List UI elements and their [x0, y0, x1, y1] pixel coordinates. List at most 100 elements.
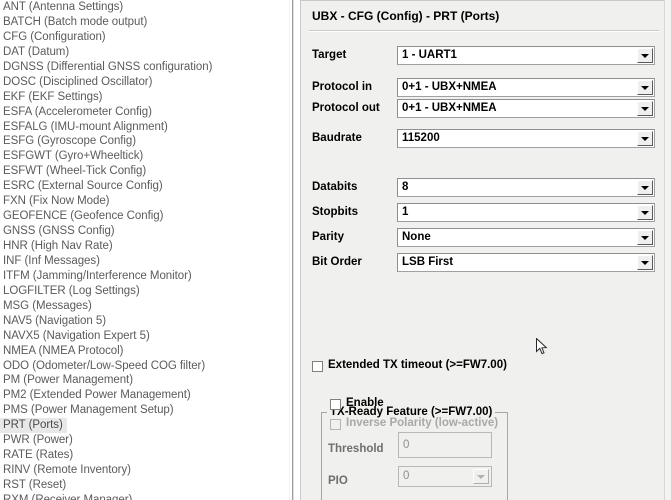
sidebar-item-geofence[interactable]: GEOFENCE (Geofence Config): [0, 209, 289, 224]
list-item[interactable]: PM2 (Extended Power Management): [0, 388, 289, 403]
list-item[interactable]: NAV5 (Navigation 5): [0, 314, 289, 329]
list-item[interactable]: PMS (Power Management Setup): [0, 403, 289, 418]
sidebar-item-esfgwt[interactable]: ESFGWT (Gyro+Wheeltick): [0, 149, 289, 164]
sidebar-item-inf[interactable]: INF (Inf Messages): [0, 254, 289, 269]
form-row: Target 1 - UART1: [301, 46, 665, 66]
sidebar-item-ekf[interactable]: EKF (EKF Settings): [0, 90, 289, 105]
list-item[interactable]: CFG (Configuration): [0, 30, 289, 45]
target-combo[interactable]: 1 - UART1: [397, 46, 655, 65]
sidebar-item-gnss[interactable]: GNSS (GNSS Config): [0, 224, 289, 239]
sidebar-item-pm2[interactable]: PM2 (Extended Power Management): [0, 388, 289, 403]
sidebar-item-odo[interactable]: ODO (Odometer/Low-Speed COG filter): [0, 359, 289, 374]
sidebar-item-dosc[interactable]: DOSC (Disciplined Oscillator): [0, 75, 289, 90]
list-item[interactable]: EKF (EKF Settings): [0, 90, 289, 105]
chevron-down-icon[interactable]: [637, 180, 653, 195]
list-item[interactable]: INF (Inf Messages): [0, 254, 289, 269]
list-item[interactable]: MSG (Messages): [0, 299, 289, 314]
sidebar-item-pms[interactable]: PMS (Power Management Setup): [0, 403, 289, 418]
list-item[interactable]: ITFM (Jamming/Interference Monitor): [0, 269, 289, 284]
list-item[interactable]: RST (Reset): [0, 478, 289, 493]
stopbits-combo[interactable]: 1: [397, 203, 655, 222]
sidebar-item-rst[interactable]: RST (Reset): [0, 478, 289, 493]
bit-order-value: LSB First: [402, 256, 454, 268]
tx-ready-enable-label[interactable]: Enable: [346, 397, 384, 409]
chevron-down-icon[interactable]: [637, 101, 653, 116]
sidebar-item-rate[interactable]: RATE (Rates): [0, 448, 289, 463]
prt-config-panel: UBX - CFG (Config) - PRT (Ports) Target 1…: [300, 0, 671, 500]
sidebar-item-esfwt[interactable]: ESFWT (Wheel-Tick Config): [0, 164, 289, 179]
sidebar-item-batch[interactable]: BATCH (Batch mode output): [0, 15, 289, 30]
sidebar-item-navx5[interactable]: NAVX5 (Navigation Expert 5): [0, 329, 289, 344]
config-message-list[interactable]: ANT (Antenna Settings) BATCH (Batch mode …: [0, 0, 289, 500]
list-item[interactable]: GNSS (GNSS Config): [0, 224, 289, 239]
baudrate-combo[interactable]: 115200: [397, 129, 655, 148]
chevron-down-icon[interactable]: [637, 230, 653, 245]
chevron-down-icon[interactable]: [637, 48, 653, 63]
sidebar-item-dgnss[interactable]: DGNSS (Differential GNSS configuration): [0, 60, 289, 75]
list-item[interactable]: PRT (Ports): [0, 418, 289, 434]
baudrate-value: 115200: [402, 132, 440, 144]
list-item[interactable]: PWR (Power): [0, 433, 289, 448]
list-item[interactable]: DGNSS (Differential GNSS configuration): [0, 60, 289, 75]
list-item[interactable]: ESFGWT (Gyro+Wheeltick): [0, 149, 289, 164]
databits-combo[interactable]: 8: [397, 178, 655, 197]
list-item[interactable]: DOSC (Disciplined Oscillator): [0, 75, 289, 90]
form-row: Databits 8: [301, 178, 665, 198]
sidebar-item-esfalg[interactable]: ESFALG (IMU-mount Alignment): [0, 120, 289, 135]
sidebar-item-prt[interactable]: PRT (Ports): [0, 418, 67, 434]
sidebar-item-esrc[interactable]: ESRC (External Source Config): [0, 179, 289, 194]
list-item[interactable]: ANT (Antenna Settings): [0, 0, 289, 15]
sidebar-item-esfa[interactable]: ESFA (Accelerometer Config): [0, 105, 289, 120]
sidebar-item-nav5[interactable]: NAV5 (Navigation 5): [0, 314, 289, 329]
sidebar-item-hnr[interactable]: HNR (High Nav Rate): [0, 239, 289, 254]
sidebar-item-ant[interactable]: ANT (Antenna Settings): [0, 0, 289, 15]
list-item[interactable]: ODO (Odometer/Low-Speed COG filter): [0, 359, 289, 374]
sidebar-item-esfg[interactable]: ESFG (Gyroscope Config): [0, 134, 289, 149]
list-item[interactable]: RATE (Rates): [0, 448, 289, 463]
list-item[interactable]: ESFG (Gyroscope Config): [0, 134, 289, 149]
bit-order-combo[interactable]: LSB First: [397, 253, 655, 272]
parity-value: None: [402, 231, 431, 243]
protocol-out-value: 0+1 - UBX+NMEA: [402, 102, 497, 114]
list-item[interactable]: HNR (High Nav Rate): [0, 239, 289, 254]
list-item[interactable]: PM (Power Management): [0, 373, 289, 388]
sidebar-item-itfm[interactable]: ITFM (Jamming/Interference Monitor): [0, 269, 289, 284]
list-item[interactable]: ESFA (Accelerometer Config): [0, 105, 289, 120]
threshold-label: Threshold: [328, 443, 384, 455]
extended-tx-timeout-checkbox[interactable]: [312, 361, 323, 372]
sidebar-item-fxn[interactable]: FXN (Fix Now Mode): [0, 194, 289, 209]
sidebar-item-pwr[interactable]: PWR (Power): [0, 433, 289, 448]
sidebar-item-rxm[interactable]: RXM (Receiver Manager): [0, 493, 289, 500]
sidebar-item-nmea[interactable]: NMEA (NMEA Protocol): [0, 344, 289, 359]
protocol-in-combo[interactable]: 0+1 - UBX+NMEA: [397, 78, 655, 97]
list-item[interactable]: BATCH (Batch mode output): [0, 15, 289, 30]
list-item[interactable]: NAVX5 (Navigation Expert 5): [0, 329, 289, 344]
sidebar-item-pm[interactable]: PM (Power Management): [0, 373, 289, 388]
list-item[interactable]: RINV (Remote Inventory): [0, 463, 289, 478]
pio-label: PIO: [328, 475, 348, 487]
sidebar-item-cfg[interactable]: CFG (Configuration): [0, 30, 289, 45]
threshold-input: 0: [398, 432, 492, 458]
extended-tx-timeout-label[interactable]: Extended TX timeout (>=FW7.00): [328, 359, 507, 371]
sidebar-item-logfilter[interactable]: LOGFILTER (Log Settings): [0, 284, 289, 299]
parity-combo[interactable]: None: [397, 228, 655, 247]
tx-ready-enable-checkbox[interactable]: [330, 399, 341, 410]
chevron-down-icon[interactable]: [637, 205, 653, 220]
panel-splitter[interactable]: [292, 0, 294, 500]
list-item[interactable]: ESRC (External Source Config): [0, 179, 289, 194]
sidebar-item-dat[interactable]: DAT (Datum): [0, 45, 289, 60]
chevron-down-icon[interactable]: [637, 80, 653, 95]
list-item[interactable]: RXM (Receiver Manager): [0, 493, 289, 500]
list-item[interactable]: LOGFILTER (Log Settings): [0, 284, 289, 299]
sidebar-item-msg[interactable]: MSG (Messages): [0, 299, 289, 314]
list-item[interactable]: FXN (Fix Now Mode): [0, 194, 289, 209]
list-item[interactable]: NMEA (NMEA Protocol): [0, 344, 289, 359]
sidebar-item-rinv[interactable]: RINV (Remote Inventory): [0, 463, 289, 478]
chevron-down-icon[interactable]: [637, 131, 653, 146]
protocol-out-combo[interactable]: 0+1 - UBX+NMEA: [397, 99, 655, 118]
list-item[interactable]: ESFWT (Wheel-Tick Config): [0, 164, 289, 179]
list-item[interactable]: ESFALG (IMU-mount Alignment): [0, 120, 289, 135]
chevron-down-icon[interactable]: [637, 255, 653, 270]
list-item[interactable]: DAT (Datum): [0, 45, 289, 60]
list-item[interactable]: GEOFENCE (Geofence Config): [0, 209, 289, 224]
